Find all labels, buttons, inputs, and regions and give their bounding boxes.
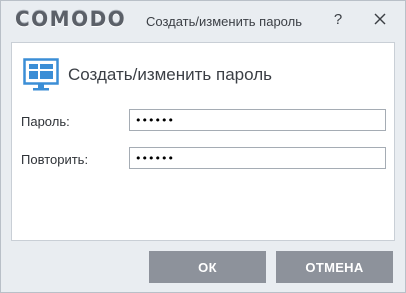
repeat-password-field[interactable] bbox=[129, 147, 386, 169]
password-field[interactable] bbox=[129, 109, 386, 131]
window-title: Создать/изменить пароль bbox=[146, 14, 302, 29]
dialog-window: COMODO Создать/изменить пароль ? Создать… bbox=[0, 0, 406, 293]
close-icon bbox=[374, 13, 386, 25]
panel-title: Создать/изменить пароль bbox=[68, 65, 272, 84]
close-button[interactable] bbox=[365, 6, 395, 32]
help-icon: ? bbox=[333, 10, 343, 28]
cancel-button[interactable]: ОТМЕНА bbox=[276, 251, 393, 283]
comodo-logo: COMODO bbox=[15, 7, 127, 31]
content-panel: Создать/изменить пароль Пароль: Повторит… bbox=[11, 42, 395, 241]
help-button[interactable]: ? bbox=[323, 6, 353, 32]
title-bar: COMODO Создать/изменить пароль ? bbox=[1, 1, 405, 41]
password-label: Пароль: bbox=[21, 114, 70, 129]
ok-button[interactable]: ОК bbox=[149, 251, 266, 283]
monitor-icon bbox=[23, 58, 59, 91]
repeat-password-label: Повторить: bbox=[21, 152, 89, 167]
